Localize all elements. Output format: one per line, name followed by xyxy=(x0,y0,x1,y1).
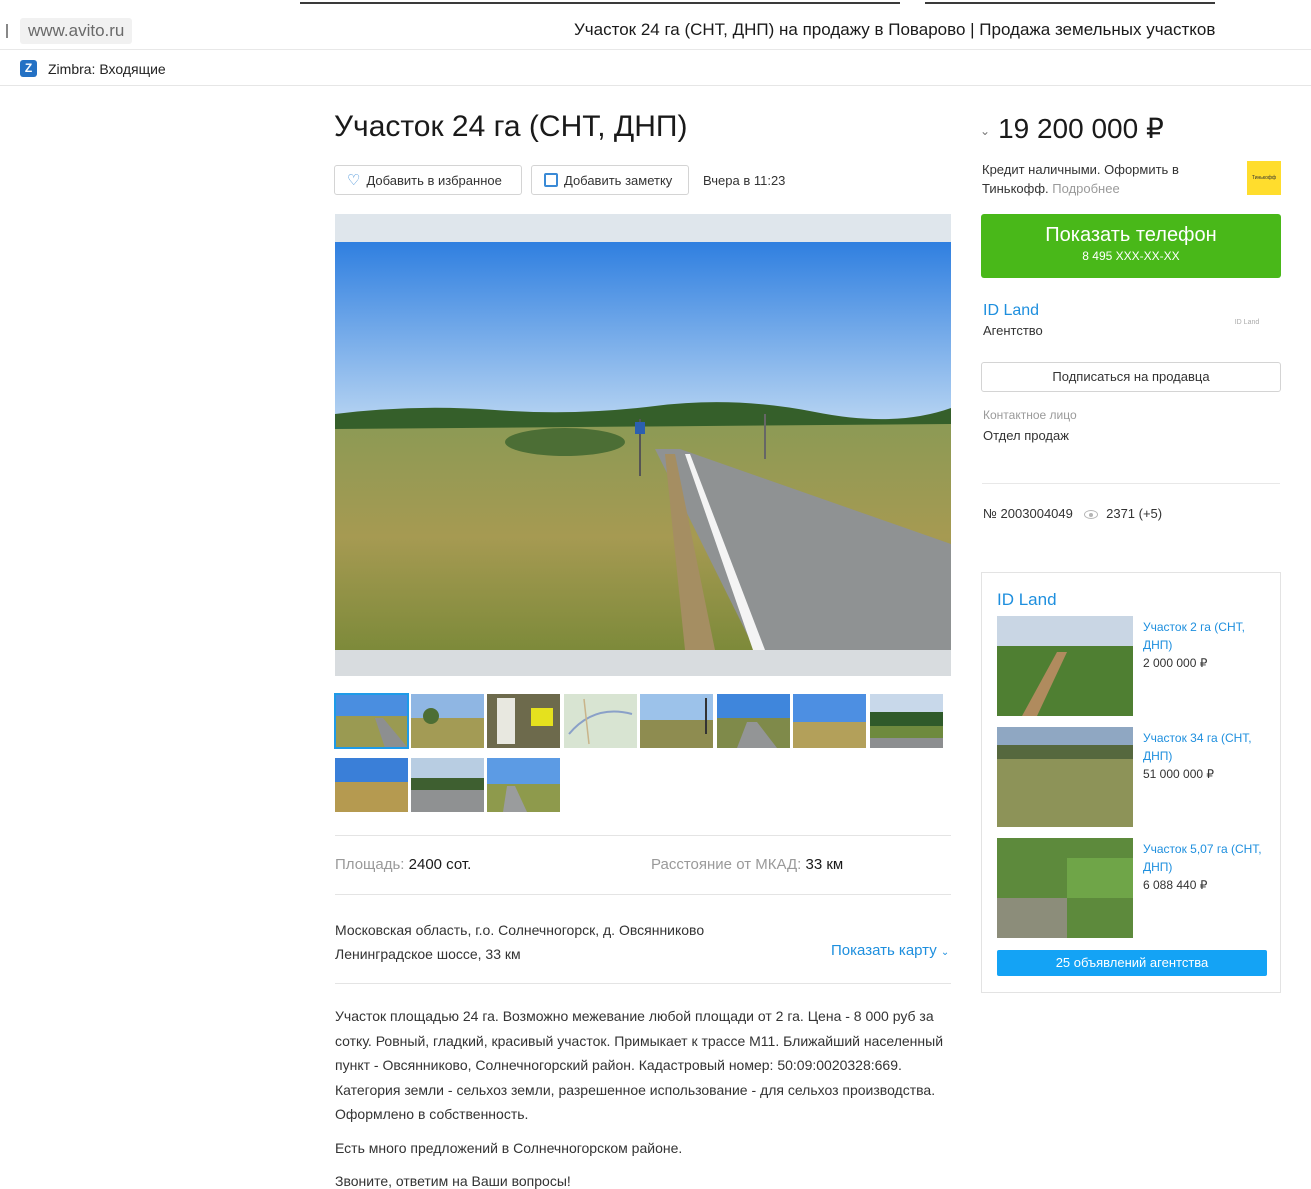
tab-strip-line xyxy=(300,2,900,4)
url-field[interactable]: www.avito.ru xyxy=(20,18,133,44)
thumbnail-10[interactable] xyxy=(411,758,484,812)
agency-listing-thumbnail[interactable] xyxy=(997,838,1133,938)
seller-name-link[interactable]: ID Land xyxy=(983,302,1039,320)
thumbnail-2[interactable] xyxy=(411,694,484,748)
thumbnail-5[interactable] xyxy=(640,694,713,748)
agency-listing-price: 6 088 440 ₽ xyxy=(1143,878,1208,892)
divider xyxy=(982,483,1280,484)
zimbra-icon[interactable]: Z xyxy=(20,60,37,77)
agency-name-link[interactable]: ID Land xyxy=(997,590,1057,610)
tinkoff-logo[interactable]: Тинькофф xyxy=(1247,161,1281,195)
show-map-link[interactable]: Показать карту ⌄ xyxy=(831,942,949,959)
credit-offer: Кредит наличными. Оформить в Тинькофф. П… xyxy=(982,160,1222,198)
thumbnail-7[interactable] xyxy=(793,694,866,748)
add-to-favorites-label: Добавить в избранное xyxy=(366,172,502,188)
note-icon xyxy=(544,173,558,187)
param-area: Площадь: 2400 сот. xyxy=(335,856,471,873)
chevron-down-icon: ⌄ xyxy=(940,947,950,958)
browser-top-strip xyxy=(0,0,1311,8)
divider xyxy=(335,835,951,836)
agency-all-listings-button[interactable]: 25 объявлений агентства xyxy=(997,950,1267,976)
divider xyxy=(335,894,951,895)
agency-card: ID Land Участок 2 га (СНТ, ДНП) 2 000 00… xyxy=(981,572,1281,993)
address-bar: www.avito.ru Участок 24 га (СНТ, ДНП) на… xyxy=(0,14,1311,50)
view-count: 2371 (+5) xyxy=(1106,506,1163,521)
bookmarks-bar: Z Zimbra: Входящие xyxy=(0,52,1311,86)
add-to-favorites-button[interactable]: ♡ Добавить в избранное xyxy=(334,165,522,195)
thumbnail-9[interactable] xyxy=(335,758,408,812)
param-distance-label: Расстояние от МКАД: xyxy=(651,856,802,873)
subscribe-button[interactable]: Подписаться на продавца xyxy=(981,362,1281,392)
thumbnail-4[interactable] xyxy=(564,694,637,748)
price: ⌄ 19 200 000 ₽ xyxy=(980,112,1164,145)
agency-listing-title[interactable]: Участок 2 га (СНТ, ДНП) xyxy=(1143,618,1263,654)
add-note-button[interactable]: Добавить заметку xyxy=(531,165,689,195)
description-paragraph: Звоните, ответим на Ваши вопросы! xyxy=(335,1173,571,1189)
page-title-bar: Участок 24 га (СНТ, ДНП) на продажу в По… xyxy=(574,20,1216,39)
address-line-1: Московская область, г.о. Солнечногорск, … xyxy=(335,922,705,938)
param-area-value: 2400 сот. xyxy=(408,856,472,873)
thumbnail-1[interactable] xyxy=(334,693,409,749)
param-area-label: Площадь: xyxy=(335,856,405,873)
thumbnail-6[interactable] xyxy=(717,694,790,748)
contact-value: Отдел продаж xyxy=(983,428,1069,443)
ad-meta: № 2003004049 2371 (+5) xyxy=(983,506,1162,521)
agency-listing-thumbnail[interactable] xyxy=(997,616,1133,716)
listing-title: Участок 24 га (СНТ, ДНП) xyxy=(334,110,688,143)
price-value: 19 200 000 ₽ xyxy=(998,113,1164,144)
seller-type: Агентство xyxy=(983,323,1043,338)
thumbnail-8[interactable] xyxy=(870,694,943,748)
main-photo[interactable] xyxy=(335,214,951,676)
agency-listing-price: 2 000 000 ₽ xyxy=(1143,656,1208,670)
agency-listing[interactable]: Участок 2 га (СНТ, ДНП) 2 000 000 ₽ xyxy=(997,616,1267,716)
thumbnail-3[interactable] xyxy=(487,694,560,748)
divider xyxy=(335,983,951,984)
show-phone-button[interactable]: Показать телефон 8 495 XXX-XX-XX xyxy=(981,214,1281,278)
tab-strip-line xyxy=(925,2,1215,4)
description-paragraph: Участок площадью 24 га. Возможно межеван… xyxy=(335,1008,944,1122)
posted-date: Вчера в 11:23 xyxy=(703,173,786,188)
add-note-label: Добавить заметку xyxy=(564,172,673,188)
param-distance-value: 33 км xyxy=(805,856,844,873)
show-map-label: Показать карту xyxy=(831,942,937,959)
agency-listing[interactable]: Участок 34 га (СНТ, ДНП) 51 000 000 ₽ xyxy=(997,727,1267,827)
param-distance: Расстояние от МКАД: 33 км xyxy=(651,856,843,873)
seller-logo[interactable]: ID Land xyxy=(1230,316,1264,330)
agency-listing-title[interactable]: Участок 5,07 га (СНТ, ДНП) xyxy=(1143,840,1263,876)
agency-listing-title[interactable]: Участок 34 га (СНТ, ДНП) xyxy=(1143,729,1263,765)
agency-listing-thumbnail[interactable] xyxy=(997,727,1133,827)
chevron-down-icon[interactable]: ⌄ xyxy=(980,124,990,138)
show-phone-label: Показать телефон xyxy=(1045,224,1217,246)
heart-icon: ♡ xyxy=(347,172,361,189)
ad-number: № 2003004049 xyxy=(983,506,1073,521)
eye-icon xyxy=(1084,510,1099,520)
contact-label: Контактное лицо xyxy=(983,408,1077,422)
agency-listing[interactable]: Участок 5,07 га (СНТ, ДНП) 6 088 440 ₽ xyxy=(997,838,1267,938)
credit-more-link[interactable]: Подробнее xyxy=(1052,181,1119,196)
thumbnail-11[interactable] xyxy=(487,758,560,812)
agency-listing-price: 51 000 000 ₽ xyxy=(1143,767,1215,781)
description-paragraph: Есть много предложений в Солнечногорском… xyxy=(335,1139,683,1156)
listing-description: Участок площадью 24 га. Возможно межеван… xyxy=(335,1004,955,1189)
bookmark-zimbra[interactable]: Zimbra: Входящие xyxy=(48,61,166,77)
phone-number: 8 495 XXX-XX-XX xyxy=(1082,249,1180,263)
window-edge xyxy=(6,24,10,38)
